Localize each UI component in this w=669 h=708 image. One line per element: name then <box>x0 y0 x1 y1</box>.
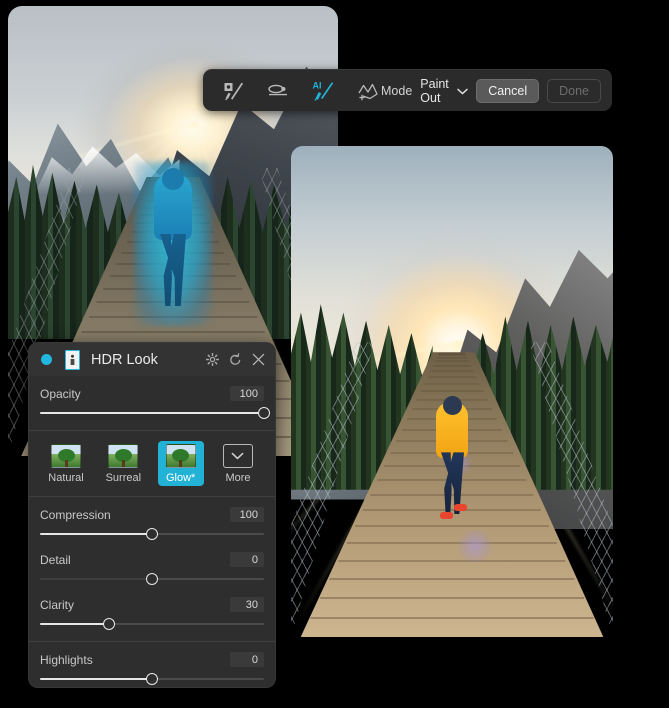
detail-value[interactable]: 0 <box>230 552 264 567</box>
gear-icon[interactable] <box>205 353 219 367</box>
hdr-look-panel: HDR Look <box>28 342 276 688</box>
clarity-label: Clarity <box>40 598 74 612</box>
slider-fill <box>40 578 152 580</box>
opacity-label: Opacity <box>40 387 81 401</box>
compression-row: Compression 100 <box>29 497 275 542</box>
bridge-plank <box>435 360 469 362</box>
mode-value: Paint Out <box>420 77 450 105</box>
mode-dropdown[interactable]: Paint Out <box>420 77 468 105</box>
clarity-value[interactable]: 30 <box>230 597 264 612</box>
reset-icon[interactable] <box>228 353 242 367</box>
preset-glow[interactable]: Glow* <box>158 441 204 486</box>
hiker <box>424 396 480 528</box>
bridge-plank <box>311 617 594 619</box>
hiker-shoe-right <box>454 504 467 511</box>
preset-natural[interactable]: Natural <box>43 441 89 486</box>
preset-thumbnail <box>51 444 81 468</box>
slider-knob[interactable] <box>146 573 158 585</box>
clarity-slider[interactable] <box>40 616 264 632</box>
ai-brush-tool-icon[interactable]: AI <box>310 79 336 103</box>
highlights-label: Highlights <box>40 653 93 667</box>
after-preview[interactable] <box>291 146 613 637</box>
preset-thumbnail <box>108 444 138 468</box>
preset-label: Glow* <box>166 472 195 484</box>
layer-enabled-toggle[interactable] <box>41 354 52 365</box>
preset-label: Surreal <box>106 472 141 484</box>
done-button[interactable]: Done <box>547 79 601 103</box>
highlights-row: Highlights 0 <box>29 642 275 687</box>
highlights-value[interactable]: 0 <box>230 652 264 667</box>
page-title: HDR Look <box>91 352 158 368</box>
tree-icon <box>58 448 75 467</box>
preset-more[interactable]: More <box>215 441 261 486</box>
polygon-lasso-tool-icon[interactable] <box>355 79 381 103</box>
opacity-value[interactable]: 100 <box>230 386 264 401</box>
bridge-plank <box>329 578 574 580</box>
tree-icon <box>115 448 132 467</box>
compression-value[interactable]: 100 <box>230 507 264 522</box>
bridge-plank <box>424 383 479 385</box>
preset-thumbnail <box>166 444 196 468</box>
slider-fill <box>40 678 152 680</box>
preset-label: More <box>225 472 250 484</box>
detail-slider[interactable] <box>40 571 264 587</box>
hiker-head <box>443 396 462 415</box>
tree-icon <box>172 448 189 467</box>
chevron-down-icon <box>457 84 468 98</box>
detail-label: Detail <box>40 553 71 567</box>
bridge-plank <box>320 597 584 599</box>
slider-fill <box>40 623 109 625</box>
hiker-selection-mask <box>140 168 206 320</box>
edit-toolbar: AI Mode Paint Out <box>203 69 612 111</box>
bridge-plank <box>428 376 477 378</box>
bridge-plank <box>437 357 467 359</box>
compression-slider[interactable] <box>40 526 264 542</box>
panel-body: Opacity 100 Natural Surreal Glow* More Comp… <box>29 376 275 688</box>
after-photo <box>291 146 613 637</box>
highlights-slider[interactable] <box>40 671 264 687</box>
compression-label: Compression <box>40 508 111 522</box>
editor-canvas: AI Mode Paint Out <box>0 0 669 708</box>
opacity-row: Opacity 100 <box>29 376 275 421</box>
shadows-row: Shadows0 <box>29 687 275 688</box>
bridge-plank <box>82 331 265 333</box>
panel-header: HDR Look <box>29 343 275 376</box>
bridge-plank <box>433 365 471 367</box>
panel-header-actions <box>205 353 265 367</box>
close-icon[interactable] <box>251 353 265 367</box>
svg-text:AI: AI <box>313 81 322 91</box>
preset-surreal[interactable]: Surreal <box>100 441 146 486</box>
gradient-mask-tool-icon[interactable] <box>265 79 291 103</box>
bridge-plank <box>431 370 474 372</box>
preset-label: Natural <box>48 472 83 484</box>
slider-fill <box>40 412 264 414</box>
adjustment-sliders: Compression 100 Detail 0 Clarity 30 Highlights… <box>29 497 275 688</box>
preset-row: Natural Surreal Glow* More <box>29 431 275 496</box>
slider-knob[interactable] <box>103 618 115 630</box>
bridge-plank <box>338 560 565 562</box>
bridge-plank <box>421 390 484 392</box>
clarity-row: Clarity 30 <box>29 587 275 632</box>
slider-knob[interactable] <box>146 673 158 685</box>
toolbar-tool-group: AI <box>203 79 381 103</box>
hiker-head <box>162 168 184 190</box>
toolbar-actions: Mode Paint Out Cancel Done <box>381 77 612 105</box>
cancel-button[interactable]: Cancel <box>476 79 539 103</box>
bridge-plank <box>347 542 557 544</box>
opacity-slider[interactable] <box>40 405 264 421</box>
layer-thumbnail-icon[interactable] <box>65 350 80 370</box>
slider-knob[interactable] <box>146 528 158 540</box>
hiker-shoe-left <box>440 512 453 519</box>
slider-knob[interactable] <box>258 407 270 419</box>
brush-tool-icon[interactable] <box>220 79 246 103</box>
detail-row: Detail 0 <box>29 542 275 587</box>
slider-fill <box>40 533 152 535</box>
mode-label: Mode <box>381 84 412 98</box>
chevron-down-icon <box>223 444 253 468</box>
